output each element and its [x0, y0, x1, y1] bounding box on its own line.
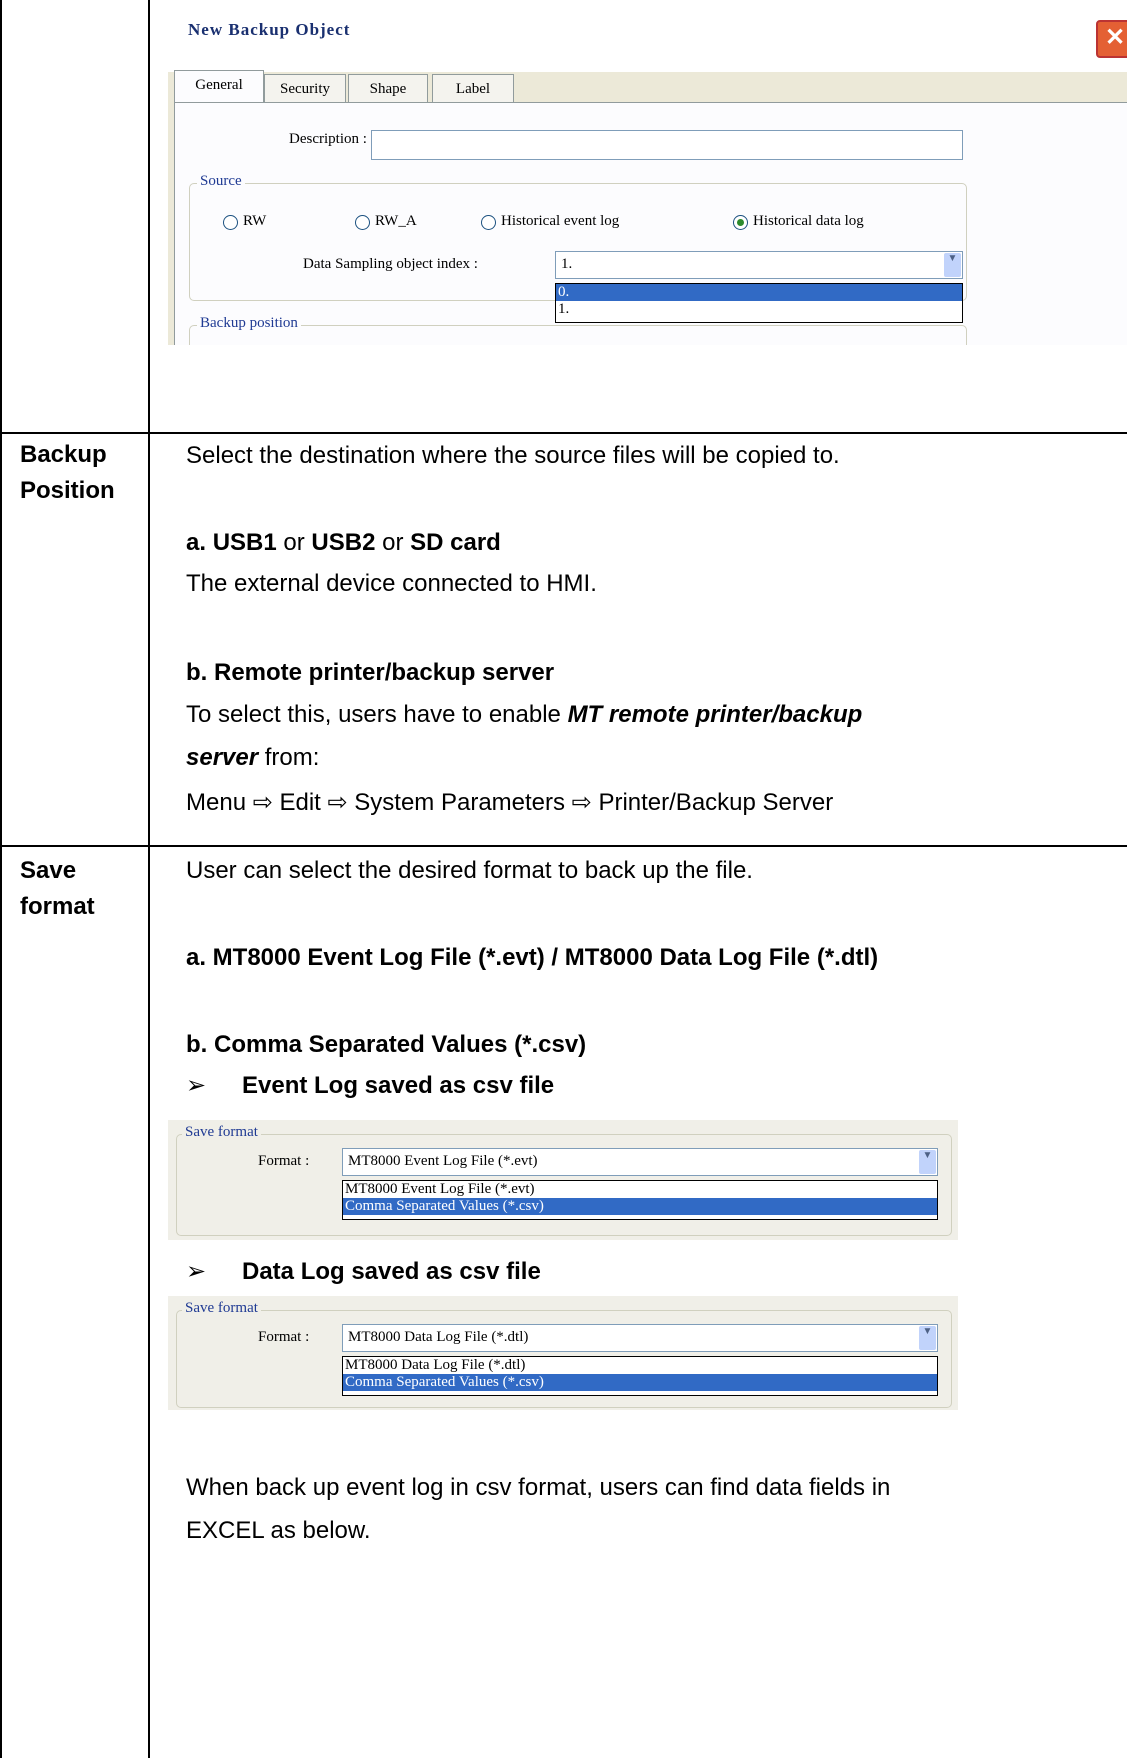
- chevron-down-icon[interactable]: ▼: [919, 1326, 936, 1350]
- general-panel: Description : Source RW RW_A Historical …: [174, 102, 1127, 345]
- option-b-description-cont: server from:: [186, 740, 319, 776]
- chevron-down-icon[interactable]: ▼: [919, 1150, 936, 1174]
- sampling-index-label: Data Sampling object index :: [303, 256, 478, 272]
- tab-general[interactable]: General: [174, 70, 264, 103]
- sampling-index-value: 1.: [561, 256, 573, 272]
- backup-position-group-title: Backup position: [197, 315, 301, 332]
- or-text: or: [276, 529, 312, 556]
- or-text: or: [375, 529, 411, 556]
- dialog-title: New Backup Object: [188, 20, 351, 39]
- radio-historical-event-log-label: Historical event log: [501, 213, 620, 229]
- format-select[interactable]: MT8000 Event Log File (*.evt) ▼: [342, 1148, 938, 1176]
- backup-position-group: [189, 325, 967, 345]
- option-b-description: To select this, users have to enable MT …: [186, 697, 862, 733]
- usb1-text: USB1: [212, 529, 277, 556]
- radio-historical-event-log[interactable]: [481, 215, 496, 230]
- dropdown-option[interactable]: Comma Separated Values (*.csv): [343, 1198, 937, 1215]
- option-a-prefix: a.: [186, 529, 213, 556]
- format-dropdown[interactable]: MT8000 Event Log File (*.evt) Comma Sepa…: [342, 1180, 938, 1220]
- row-label-line: format: [20, 893, 95, 920]
- row-label-line: Position: [20, 477, 115, 504]
- close-icon[interactable]: ✕: [1096, 20, 1127, 58]
- desc-text: To select this, users have to enable: [186, 701, 568, 728]
- new-backup-object-dialog: New Backup Object ✕ General Security Sha…: [168, 0, 1127, 345]
- save-format-group-title: Save format: [182, 1300, 261, 1317]
- save-format-option-a: a. MT8000 Event Log File (*.evt) / MT800…: [186, 944, 879, 971]
- bullet-text: Event Log saved as csv file: [242, 1072, 555, 1099]
- radio-rw[interactable]: [223, 215, 238, 230]
- dropdown-option[interactable]: MT8000 Event Log File (*.evt): [343, 1181, 937, 1198]
- option-a-description: The external device connected to HMI.: [186, 570, 597, 597]
- format-value: MT8000 Data Log File (*.dtl): [348, 1329, 529, 1345]
- menu-path: Menu ⇨ Edit ⇨ System Parameters ⇨ Printe…: [186, 789, 834, 816]
- save-format-outro-line1: When back up event log in csv format, us…: [186, 1474, 891, 1501]
- radio-historical-data-log[interactable]: [733, 215, 748, 230]
- usb2-text: USB2: [311, 529, 376, 556]
- desc-emphasis: MT remote printer/backup: [567, 701, 863, 728]
- description-input[interactable]: [371, 130, 963, 160]
- radio-rw-label: RW: [243, 213, 267, 229]
- source-group-title: Source: [197, 173, 245, 190]
- desc-emphasis: server: [186, 744, 259, 771]
- format-select[interactable]: MT8000 Data Log File (*.dtl) ▼: [342, 1324, 938, 1352]
- option-b-heading: b. Remote printer/backup server: [186, 659, 555, 686]
- bullet-text: Data Log saved as csv file: [242, 1258, 541, 1285]
- format-label: Format :: [258, 1329, 310, 1345]
- radio-rw-a[interactable]: [355, 215, 370, 230]
- data-log-format-screenshot: Save format Format : MT8000 Data Log Fil…: [168, 1296, 958, 1410]
- row-label-line: Save: [20, 857, 77, 884]
- option-a-usb: a. USB1 or USB2 or SD card: [186, 525, 501, 561]
- row-divider: [0, 845, 1127, 847]
- sampling-index-select[interactable]: 1. ▼: [555, 251, 963, 279]
- row-label-line: Backup: [20, 441, 107, 468]
- backup-position-intro: Select the destination where the source …: [186, 442, 840, 469]
- tab-shape[interactable]: Shape: [348, 74, 428, 103]
- save-format-intro: User can select the desired format to ba…: [186, 857, 753, 884]
- table-border-left: [0, 0, 2, 1758]
- table-column-divider: [148, 0, 150, 1758]
- desc-text: from:: [258, 744, 320, 771]
- sd-card-text: SD card: [410, 529, 501, 556]
- row-label-backup-position: Backup Position: [20, 437, 115, 509]
- dialog-title-bar: New Backup Object ✕: [168, 0, 1127, 72]
- chevron-down-icon[interactable]: ▼: [944, 253, 961, 277]
- tab-security[interactable]: Security: [264, 74, 346, 103]
- row-divider: [0, 432, 1127, 434]
- bullet-event-log: ➢ Event Log saved as csv file: [186, 1068, 554, 1104]
- save-format-option-b: b. Comma Separated Values (*.csv): [186, 1031, 587, 1058]
- format-label: Format :: [258, 1153, 310, 1169]
- description-label: Description :: [289, 131, 367, 147]
- bullet-data-log: ➢ Data Log saved as csv file: [186, 1254, 541, 1290]
- event-log-format-screenshot: Save format Format : MT8000 Event Log Fi…: [168, 1120, 958, 1240]
- save-format-group-title: Save format: [182, 1124, 261, 1141]
- dropdown-option[interactable]: Comma Separated Values (*.csv): [343, 1374, 937, 1391]
- dropdown-option[interactable]: 0.: [556, 284, 962, 301]
- tab-label[interactable]: Label: [432, 74, 514, 103]
- row-label-save-format: Save format: [20, 853, 95, 925]
- radio-rw-a-label: RW_A: [375, 213, 417, 229]
- format-dropdown[interactable]: MT8000 Data Log File (*.dtl) Comma Separ…: [342, 1356, 938, 1396]
- dropdown-option[interactable]: MT8000 Data Log File (*.dtl): [343, 1357, 937, 1374]
- document-table: New Backup Object ✕ General Security Sha…: [0, 0, 1127, 1758]
- radio-historical-data-log-label: Historical data log: [753, 213, 864, 229]
- sampling-index-dropdown[interactable]: 0. 1.: [555, 283, 963, 323]
- save-format-outro-line2: EXCEL as below.: [186, 1517, 371, 1544]
- format-value: MT8000 Event Log File (*.evt): [348, 1153, 538, 1169]
- dropdown-option[interactable]: 1.: [556, 301, 962, 318]
- bullet-arrow-icon: ➢: [186, 1072, 207, 1099]
- bullet-arrow-icon: ➢: [186, 1258, 207, 1285]
